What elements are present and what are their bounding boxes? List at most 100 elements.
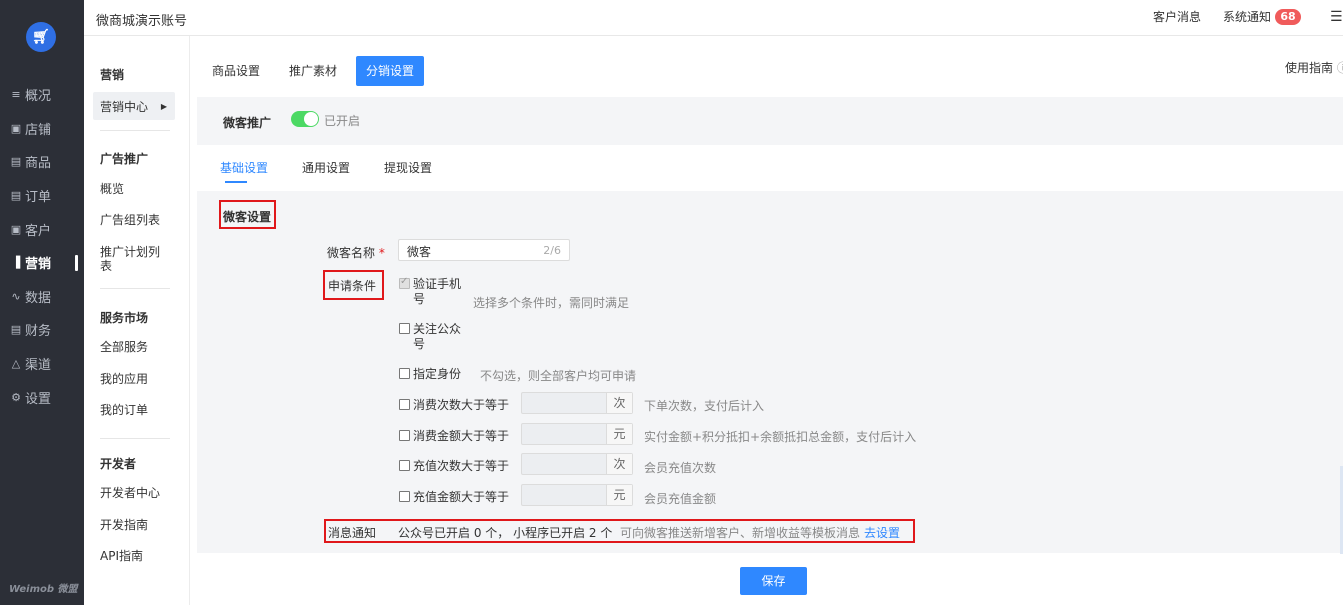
message-hint: 可向微客推送新增客户、新增收益等模板消息 — [620, 526, 861, 540]
customer-icon: ▣ — [10, 222, 22, 236]
group-title-marketing: 营销 — [100, 68, 125, 82]
checkbox-label: 充值次数大于等于 — [413, 459, 510, 473]
recharge-amount-input[interactable]: 元 — [521, 484, 633, 506]
tab-goods-settings[interactable]: 商品设置 — [202, 56, 270, 86]
message-status: 公众号已开启 0 个， 小程序已开启 2 个 — [398, 526, 613, 540]
name-input[interactable]: 微客 2/6 — [398, 239, 570, 261]
save-button[interactable]: 保存 — [740, 567, 807, 595]
tab-withdraw-settings[interactable]: 提现设置 — [384, 159, 432, 183]
checkbox-label: 消费金额大于等于 — [413, 429, 510, 443]
sidebar-item-label: 订单 — [25, 190, 52, 206]
notice-count-badge: 68 — [1275, 9, 1301, 25]
checkbox-purchase-count[interactable] — [399, 399, 410, 410]
tab-basic-settings[interactable]: 基础设置 — [220, 159, 268, 183]
nav-item-promo-plans[interactable]: 推广计划列 表 — [100, 245, 170, 273]
name-label-text: 微客名称 — [327, 246, 376, 260]
channel-icon: △ — [11, 357, 21, 371]
nav-item-ad-groups[interactable]: 广告组列表 — [100, 213, 160, 227]
nav-item-marketing-center[interactable]: 营销中心 ▶ — [93, 92, 175, 120]
name-label: 微客名称 * — [327, 244, 385, 261]
purchase-amount-input[interactable]: 元 — [521, 423, 633, 445]
unit-label: 元 — [606, 424, 632, 444]
top-header: 微商城演示账号 客户消息 系统通知 68 ☰ — [84, 0, 1343, 36]
promo-status: 已开启 — [324, 114, 361, 128]
sidebar-item-label: 财务 — [25, 324, 52, 340]
group-title-ads: 广告推广 — [100, 152, 149, 166]
sidebar-item-store[interactable]: ▣ 店铺 — [0, 112, 84, 146]
finance-icon: ▤ — [10, 323, 22, 337]
checkbox-identity[interactable] — [399, 368, 410, 379]
sidebar-item-finance[interactable]: ▤ 财务 — [0, 313, 84, 347]
nav-item-api-guide[interactable]: API指南 — [100, 549, 143, 563]
divider — [100, 438, 170, 439]
divider — [100, 288, 170, 289]
divider — [100, 130, 170, 131]
list-icon: ≡ — [11, 88, 21, 102]
sidebar-item-label: 渠道 — [25, 358, 52, 374]
goods-icon: ▤ — [10, 155, 22, 169]
tab-general-settings[interactable]: 通用设置 — [302, 159, 350, 183]
required-mark: * — [378, 246, 385, 260]
sidebar-item-label: 客户 — [25, 223, 52, 239]
sidebar-item-marketing[interactable]: ▐ 营销 — [0, 246, 84, 280]
sidebar-item-label: 数据 — [25, 290, 52, 306]
main-sidebar: 🛒︎ ≡ 概况 ▣ 店铺 ▤ 商品 ▤ 订单 ▣ 客户 ▐ 营销 ∿ 数据 ▤ 财务 △ 渠道 ⚙… — [0, 0, 84, 605]
brand-logo: Weimob 微盟 — [9, 584, 78, 595]
section-title: 微客设置 — [223, 210, 272, 224]
checkbox-purchase-amount[interactable] — [399, 430, 410, 441]
marketing-icon: ▐ — [11, 256, 21, 270]
checkbox-recharge-amount[interactable] — [399, 491, 410, 502]
sidebar-item-orders[interactable]: ▤ 订单 — [0, 179, 84, 213]
nav-item-dev-center[interactable]: 开发者中心 — [100, 486, 160, 500]
nav-item-ads-overview[interactable]: 概览 — [100, 182, 124, 196]
sidebar-item-channels[interactable]: △ 渠道 — [0, 347, 84, 381]
caret-right-icon: ▶ — [160, 101, 167, 111]
system-notice-link[interactable]: 系统通知 — [1223, 8, 1271, 25]
message-settings-link[interactable]: 去设置 — [864, 524, 900, 541]
store-icon: ▣ — [10, 121, 22, 135]
message-label: 消息通知 — [328, 526, 377, 540]
group-title-developer: 开发者 — [100, 457, 137, 471]
cond3-hint: 不勾选，则全部客户均可申请 — [480, 369, 637, 383]
unit-label: 元 — [606, 485, 632, 505]
recharge-count-input[interactable]: 次 — [521, 453, 633, 475]
name-input-value: 微客 — [407, 245, 432, 259]
cart-icon[interactable]: 🛒︎ — [26, 22, 56, 52]
order-icon: ▤ — [10, 189, 22, 203]
sidebar-item-goods[interactable]: ▤ 商品 — [0, 145, 84, 179]
nav-item-all-services[interactable]: 全部服务 — [100, 340, 148, 354]
top-tabs: 商品设置 推广素材 分销设置 — [202, 56, 425, 86]
nav-item-my-orders[interactable]: 我的订单 — [100, 403, 148, 417]
user-guide-link[interactable]: 使用指南 ⓘ — [1285, 59, 1343, 76]
unit-label: 次 — [606, 454, 632, 474]
purchase-count-input[interactable]: 次 — [521, 392, 633, 414]
checkbox-verify-phone[interactable] — [399, 276, 410, 289]
sidebar-item-customers[interactable]: ▣ 客户 — [0, 212, 84, 246]
tab-distribution-settings[interactable]: 分销设置 — [356, 56, 425, 86]
sidebar-item-overview[interactable]: ≡ 概况 — [0, 78, 84, 112]
sidebar-item-settings[interactable]: ⚙ 设置 — [0, 380, 84, 414]
promo-toggle[interactable] — [291, 111, 319, 127]
cond5-hint: 实付金额+积分抵扣+余额抵扣总金额，支付后计入 — [644, 430, 917, 444]
sidebar-item-data[interactable]: ∿ 数据 — [0, 280, 84, 314]
nav-item-dev-guide[interactable]: 开发指南 — [100, 518, 148, 532]
promo-label: 微客推广 — [223, 116, 272, 130]
checkbox-recharge-count[interactable] — [399, 460, 410, 471]
settings-icon: ⚙ — [11, 390, 21, 404]
checkbox-follow-official[interactable] — [399, 323, 410, 334]
menu-icon[interactable]: ☰ — [1330, 9, 1343, 25]
cond6-hint: 会员充值次数 — [644, 461, 717, 475]
nav-item-my-apps[interactable]: 我的应用 — [100, 372, 148, 386]
settings-subtabs: 基础设置 通用设置 提现设置 — [220, 159, 466, 183]
account-title: 微商城演示账号 — [96, 14, 188, 29]
checkbox-label: 消费次数大于等于 — [413, 398, 510, 412]
sidebar-item-label: 商品 — [25, 156, 52, 172]
group-title-market: 服务市场 — [100, 311, 149, 325]
conditions-label: 申请条件 — [328, 279, 377, 293]
tab-promo-materials[interactable]: 推广素材 — [279, 56, 347, 86]
sidebar-item-label: 设置 — [25, 391, 52, 407]
help-icon: ⓘ — [1336, 61, 1343, 75]
sidebar-item-label: 营销 — [25, 257, 52, 273]
settings-panel: 微客设置 微客名称 * 微客 2/6 申请条件 验证手机 号 选择多个条件时，需… — [197, 191, 1343, 553]
customer-messages-link[interactable]: 客户消息 — [1153, 8, 1201, 25]
